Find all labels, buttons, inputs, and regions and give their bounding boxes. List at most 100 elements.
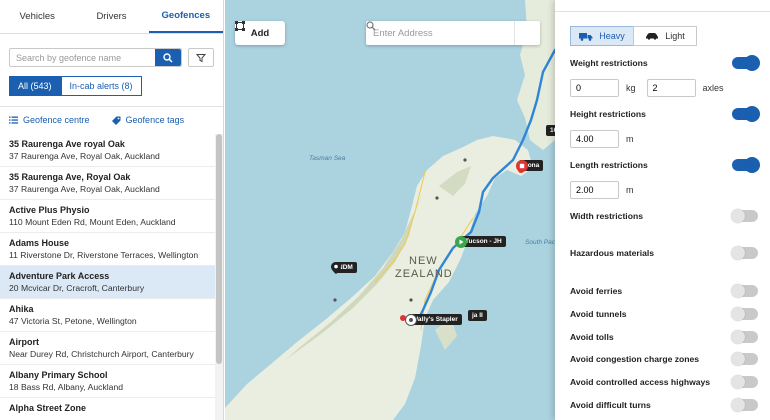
avoid-turns-toggle[interactable] <box>731 398 758 412</box>
scrollbar-thumb[interactable] <box>216 134 222 364</box>
list-item-selected[interactable]: Adventure Park Access 20 Mcvicar Dr, Crac… <box>0 266 216 299</box>
draw-shape-icon <box>235 21 245 31</box>
tab-drivers[interactable]: Drivers <box>74 0 148 33</box>
list-scrollbar[interactable] <box>215 134 223 420</box>
filter-icon <box>196 53 206 62</box>
vehicle-light-button[interactable]: Light <box>633 26 697 46</box>
search-icon <box>163 52 173 63</box>
geofence-name: 35 Raurenga Ave, Royal Oak <box>9 172 131 182</box>
list-item[interactable]: Alpha Street Zone <box>0 398 216 420</box>
country-label-zealand: ZEALAND <box>395 268 453 280</box>
add-label: Add <box>250 27 270 39</box>
length-input[interactable] <box>570 181 619 199</box>
geofence-tags-label: Geofence tags <box>125 115 185 125</box>
list-item[interactable]: 35 Raurenga Ave, Royal Oak 37 Raurenga Av… <box>0 167 216 200</box>
length-option: Length restrictions <box>570 158 759 172</box>
avoid-highways-option: Avoid controlled access highways <box>570 375 758 389</box>
marker-label: Tucson - JH <box>461 236 506 247</box>
geofence-list: 35 Raurenga Ave royal Oak 37 Raurenga Ave… <box>0 134 216 420</box>
geofence-address: Near Durey Rd, Christchurch Airport, Can… <box>9 349 194 359</box>
avoid-congestion-toggle[interactable] <box>731 352 758 366</box>
map-pin-icon <box>331 262 341 274</box>
address-search-button[interactable] <box>366 21 540 45</box>
width-option: Width restrictions <box>570 209 758 223</box>
vehicle-type-toggle: Heavy Light <box>570 26 697 46</box>
list-icon <box>9 116 18 124</box>
search-row <box>0 34 223 67</box>
geofence-address: 37 Raurenga Ave, Royal Oak, Auckland <box>9 184 160 194</box>
axles-input[interactable] <box>646 79 696 97</box>
sea-label: Tasman Sea <box>309 155 346 162</box>
height-input[interactable] <box>570 130 619 148</box>
length-unit: m <box>626 185 634 195</box>
geofence-address: 11 Riverstone Dr, Riverstone Terraces, W… <box>9 250 199 260</box>
avoid-congestion-option: Avoid congestion charge zones <box>570 352 758 366</box>
vehicle-heavy-label: Heavy <box>599 31 625 41</box>
height-option: Height restrictions <box>570 107 759 121</box>
hazardous-label: Hazardous materials <box>570 248 655 258</box>
avoid-tunnels-option: Avoid tunnels <box>570 307 758 321</box>
list-item[interactable]: Albany Primary School 18 Bass Rd, Albany,… <box>0 365 216 398</box>
geofence-tags-link[interactable]: Geofence tags <box>111 115 185 125</box>
avoid-tunnels-label: Avoid tunnels <box>570 309 627 319</box>
marker-label: ja II <box>468 310 487 321</box>
segment-all[interactable]: All (543) <box>9 76 61 96</box>
vehicle-heavy-button[interactable]: Heavy <box>570 26 634 46</box>
hazardous-toggle[interactable] <box>731 246 758 260</box>
list-item[interactable]: Ahika 47 Victoria St, Petone, Wellington <box>0 299 216 332</box>
length-toggle[interactable] <box>732 158 759 172</box>
geofence-name: Ahika <box>9 304 34 314</box>
avoid-tolls-option: Avoid tolls <box>570 330 758 344</box>
vehicle-marker-tucson[interactable]: Tucson - JH <box>455 236 506 248</box>
avoid-highways-label: Avoid controlled access highways <box>570 377 711 387</box>
geofence-name: Alpha Street Zone <box>9 403 87 413</box>
tag-icon <box>111 116 121 125</box>
avoid-tolls-label: Avoid tolls <box>570 332 614 342</box>
map-canvas <box>225 0 555 420</box>
height-toggle[interactable] <box>732 107 759 121</box>
weight-toggle[interactable] <box>732 56 759 70</box>
vehicle-marker-wally[interactable]: Wally's Stapler <box>405 314 462 326</box>
weight-label: Weight restrictions <box>570 58 648 68</box>
geofence-search-input[interactable] <box>10 49 155 66</box>
search-button[interactable] <box>155 49 181 66</box>
avoid-highways-toggle[interactable] <box>731 375 758 389</box>
town-dot <box>409 298 413 302</box>
avoid-tolls-toggle[interactable] <box>731 330 758 344</box>
width-toggle[interactable] <box>731 209 758 223</box>
add-geofence-button[interactable]: Add <box>235 21 285 45</box>
avoid-turns-option: Avoid difficult turns <box>570 398 758 412</box>
avoid-ferries-label: Avoid ferries <box>570 286 623 296</box>
search-icon <box>366 21 376 31</box>
list-item[interactable]: Active Plus Physio 110 Mount Eden Rd, Mou… <box>0 200 216 233</box>
filter-button[interactable] <box>188 48 214 67</box>
links-row: Geofence centre Geofence tags <box>0 107 223 133</box>
tab-vehicles[interactable]: Vehicles <box>0 0 74 33</box>
vehicle-marker-partial[interactable]: ja II <box>465 310 487 321</box>
segment-in-cab-alerts[interactable]: In-cab alerts (8) <box>60 76 142 96</box>
vehicle-marker-kona[interactable]: Kona <box>516 160 544 172</box>
address-input[interactable] <box>366 27 514 39</box>
geofence-address: 37 Raurenga Ave, Royal Oak, Auckland <box>9 151 160 161</box>
weight-input[interactable] <box>570 79 619 97</box>
avoid-ferries-toggle[interactable] <box>731 284 758 298</box>
town-dot <box>463 158 467 162</box>
marker-label: 16 <box>546 125 555 136</box>
list-item[interactable]: Adams House 11 Riverstone Dr, Riverstone … <box>0 233 216 266</box>
list-item[interactable]: 35 Raurenga Ave royal Oak 37 Raurenga Ave… <box>0 134 216 167</box>
avoid-tunnels-toggle[interactable] <box>731 307 758 321</box>
list-item[interactable]: Airport Near Durey Rd, Christchurch Airpo… <box>0 332 216 365</box>
search-box <box>9 48 182 67</box>
height-label: Height restrictions <box>570 109 646 119</box>
vehicle-marker-partial-top[interactable]: 16 <box>543 125 555 136</box>
tab-geofences[interactable]: Geofences <box>148 0 223 33</box>
geofence-address: 110 Mount Eden Rd, Mount Eden, Auckland <box>9 217 176 227</box>
vehicle-marker-ndm[interactable]: NDM <box>331 262 357 274</box>
length-label: Length restrictions <box>570 160 648 170</box>
address-search <box>366 21 540 45</box>
geofence-address: 18 Bass Rd, Albany, Auckland <box>9 382 124 392</box>
height-unit: m <box>626 134 634 144</box>
avoid-congestion-label: Avoid congestion charge zones <box>570 354 700 364</box>
map-view[interactable]: Add Tasman Sea South Pacific Ocean NEW Z… <box>225 0 555 420</box>
geofence-centre-link[interactable]: Geofence centre <box>9 115 90 125</box>
